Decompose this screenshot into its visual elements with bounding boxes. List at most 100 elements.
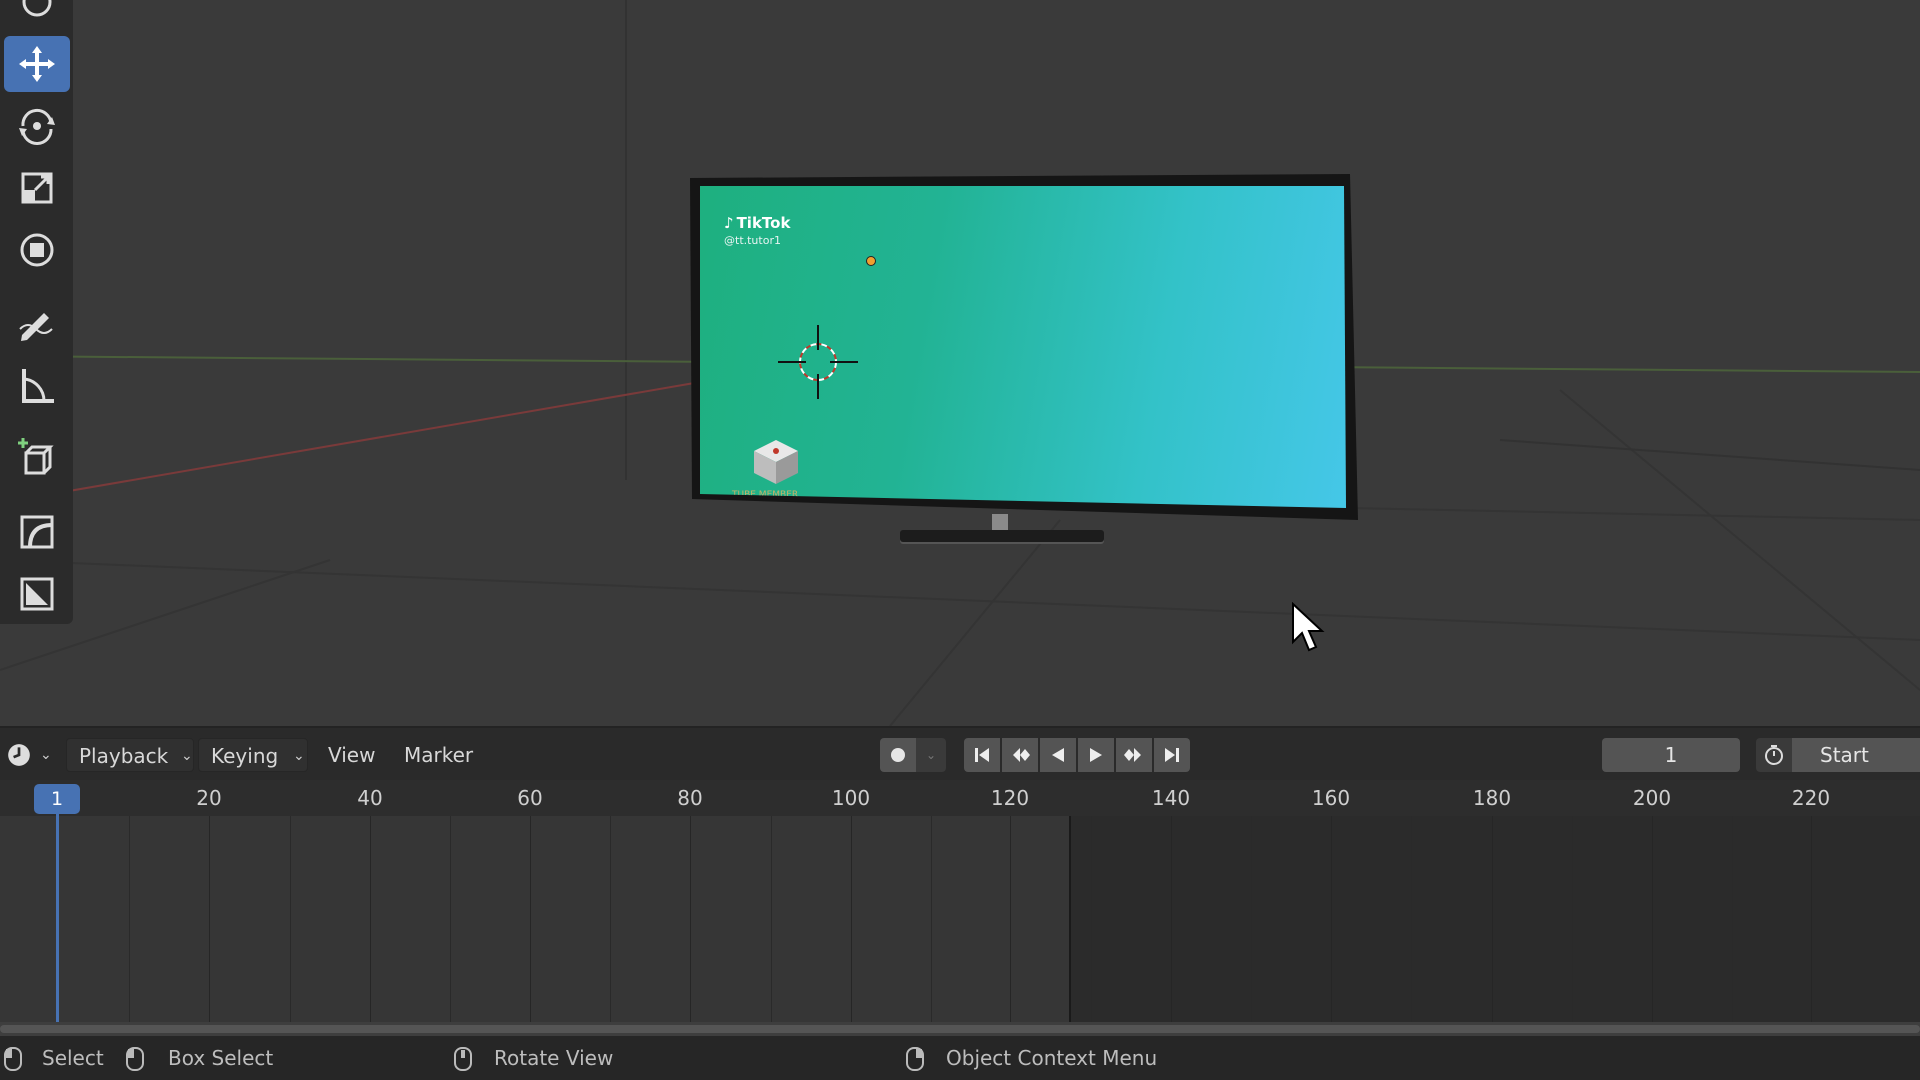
move-tool[interactable] xyxy=(4,36,70,92)
timeline-track-area[interactable] xyxy=(0,816,1920,1022)
grid-line xyxy=(1572,816,1573,1022)
grid-line xyxy=(1492,816,1493,1022)
grid-line xyxy=(1811,816,1812,1022)
grid-line xyxy=(1091,816,1092,1022)
add-cube-tool[interactable] xyxy=(4,430,70,486)
playhead-line[interactable] xyxy=(56,812,59,1024)
scrollbar-thumb[interactable] xyxy=(0,1025,1920,1033)
tiktok-logo-text: TikTok xyxy=(736,214,791,232)
playhead-frame-badge[interactable]: 1 xyxy=(34,784,80,814)
playback-menu[interactable]: Playback ⌄ xyxy=(66,738,194,772)
record-icon xyxy=(891,748,905,762)
tiktok-logo: ♪ TikTok xyxy=(724,214,790,232)
current-frame-field[interactable]: 1 xyxy=(1602,738,1740,772)
measure-icon xyxy=(22,369,54,403)
grid-line xyxy=(209,816,210,1022)
annotate-tool[interactable] xyxy=(4,296,70,352)
measure-tool[interactable] xyxy=(4,358,70,414)
chevron-down-icon: ⌄ xyxy=(925,748,937,762)
play-button[interactable] xyxy=(1078,738,1114,772)
move-icon xyxy=(19,46,55,82)
mouse-right-click-icon xyxy=(906,1047,924,1071)
stopwatch-icon xyxy=(1765,745,1783,765)
grid-line xyxy=(1010,816,1011,1022)
jump-to-end-icon xyxy=(1165,748,1179,762)
ruler-tick-label: 40 xyxy=(357,786,383,810)
auto-keying-button[interactable] xyxy=(880,738,916,772)
keying-menu-label: Keying xyxy=(211,744,279,768)
transform-tool[interactable] xyxy=(4,222,70,278)
editor-type-selector[interactable]: ⌄ xyxy=(4,728,52,782)
prev-keyframe-button[interactable] xyxy=(1002,738,1038,772)
grid-line xyxy=(1171,816,1172,1022)
status-bar: Select Box Select Rotate View Object Con… xyxy=(0,1036,1920,1080)
tiktok-note-icon: ♪ xyxy=(724,214,734,232)
marker-menu[interactable]: Marker xyxy=(404,728,473,782)
play-icon xyxy=(1090,748,1102,762)
ruler-tick-label: 140 xyxy=(1151,786,1191,810)
ruler-tick-label: 80 xyxy=(677,786,703,810)
play-reverse-button[interactable] xyxy=(1040,738,1076,772)
grid-line xyxy=(771,816,772,1022)
ruler-tick-label: 160 xyxy=(1311,786,1351,810)
jump-start-button[interactable] xyxy=(964,738,1000,772)
tv-stand-base xyxy=(900,530,1104,542)
play-reverse-icon xyxy=(1052,748,1064,762)
grid-line xyxy=(129,816,130,1022)
tool-shelf xyxy=(0,0,73,624)
clock-icon xyxy=(8,744,30,766)
crop-tool[interactable] xyxy=(4,566,70,622)
ruler-tick-label: 60 xyxy=(517,786,543,810)
grid-line xyxy=(530,816,531,1022)
start-frame-field[interactable]: Start xyxy=(1792,738,1920,772)
ruler-tick-label: 120 xyxy=(990,786,1030,810)
view-menu[interactable]: View xyxy=(328,728,375,782)
mouse-drag-icon xyxy=(126,1047,144,1071)
hint-rotate-view: Rotate View xyxy=(494,1046,614,1070)
rotate-icon xyxy=(19,108,55,145)
keying-options-button[interactable]: ⌄ xyxy=(916,738,946,772)
grid-line xyxy=(1251,816,1252,1022)
timeline-scrollbar[interactable] xyxy=(0,1022,1920,1036)
chevron-down-icon: ⌄ xyxy=(293,748,305,764)
mouse-left-click-icon xyxy=(4,1047,22,1071)
grid-line xyxy=(370,816,371,1022)
next-keyframe-button[interactable] xyxy=(1116,738,1152,772)
next-keyframe-icon xyxy=(1124,748,1141,762)
cursor-tool[interactable] xyxy=(4,0,70,30)
chevron-down-icon: ⌄ xyxy=(40,747,52,763)
object-origin-dot xyxy=(866,256,876,266)
crop-icon xyxy=(20,577,54,611)
cube-logo-icon xyxy=(754,440,798,484)
grid-line xyxy=(1732,816,1733,1022)
mouse-middle-click-icon xyxy=(454,1047,472,1071)
hint-box-select: Box Select xyxy=(168,1046,274,1070)
hint-context-menu: Object Context Menu xyxy=(946,1046,1158,1070)
shear-tool[interactable] xyxy=(4,504,70,560)
3d-viewport[interactable]: ♪ TikTok @tt.tutor1 TUBE MEMBER xyxy=(0,0,1920,726)
jump-end-button[interactable] xyxy=(1154,738,1190,772)
scale-icon xyxy=(21,172,53,204)
frame-ruler[interactable]: 1 20 40 60 80 100 120 140 160 180 200 22… xyxy=(0,780,1920,816)
scale-tool[interactable] xyxy=(4,160,70,216)
frame-range-highlight xyxy=(0,816,1070,1022)
rotate-tool[interactable] xyxy=(4,98,70,154)
hint-select: Select xyxy=(42,1046,104,1070)
timeline-header: ⌄ Playback ⌄ Keying ⌄ View Marker ⌄ 1 St… xyxy=(0,726,1920,780)
ruler-tick-label: 200 xyxy=(1632,786,1672,810)
jump-to-start-icon xyxy=(975,748,989,762)
add-cube-icon xyxy=(18,438,54,475)
shear-icon xyxy=(20,515,54,549)
ruler-tick-label: 180 xyxy=(1472,786,1512,810)
keying-menu[interactable]: Keying ⌄ xyxy=(198,738,308,772)
mouse-pointer-icon xyxy=(1292,602,1325,652)
end-frame-line xyxy=(1069,816,1071,1022)
use-preview-range-button[interactable] xyxy=(1756,738,1792,772)
ruler-tick-label: 100 xyxy=(831,786,871,810)
ruler-tick-label: 20 xyxy=(196,786,222,810)
grid-line xyxy=(851,816,852,1022)
grid-line xyxy=(931,816,932,1022)
3d-cursor-icon[interactable] xyxy=(778,325,858,399)
grid-line xyxy=(1652,816,1653,1022)
ruler-tick-label: 220 xyxy=(1791,786,1831,810)
